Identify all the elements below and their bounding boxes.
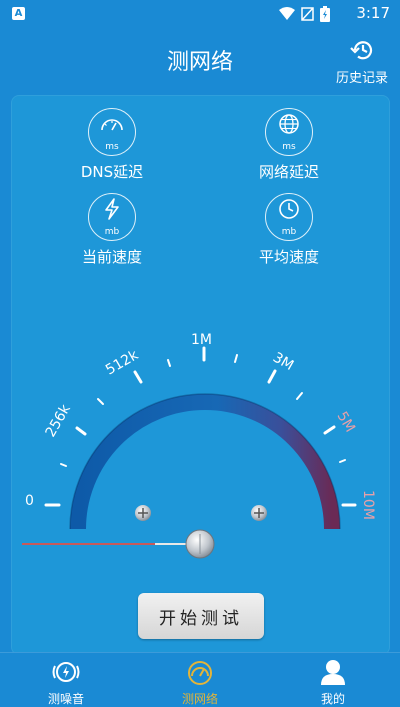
nav-label-noise: 测噪音 <box>47 692 84 706</box>
noise-icon <box>52 662 80 682</box>
nav-label-mine: 我的 <box>320 692 345 706</box>
gauge-label-0: 0 <box>25 493 34 509</box>
nav-label-network: 测网络 <box>181 692 218 706</box>
gauge-label-1m: 1M <box>191 332 212 348</box>
gauge-arc <box>70 394 340 530</box>
gauge-label-256k: 256k <box>43 401 75 440</box>
user-icon <box>321 660 345 685</box>
speed-gauge: 0 256k 512k 1M 3M 5M 10M <box>22 332 376 559</box>
bottom-nav: 测噪音 测网络 我的 <box>0 652 400 706</box>
screw-right-icon <box>251 505 267 521</box>
start-test-button[interactable]: 开始测试 <box>138 593 264 639</box>
gauge-label-10m: 10M <box>360 490 376 520</box>
gauge-label-5m: 5M <box>334 409 358 435</box>
screw-left-icon <box>135 505 151 521</box>
network-gauge-icon <box>188 661 212 685</box>
gauge-knob <box>185 529 215 559</box>
